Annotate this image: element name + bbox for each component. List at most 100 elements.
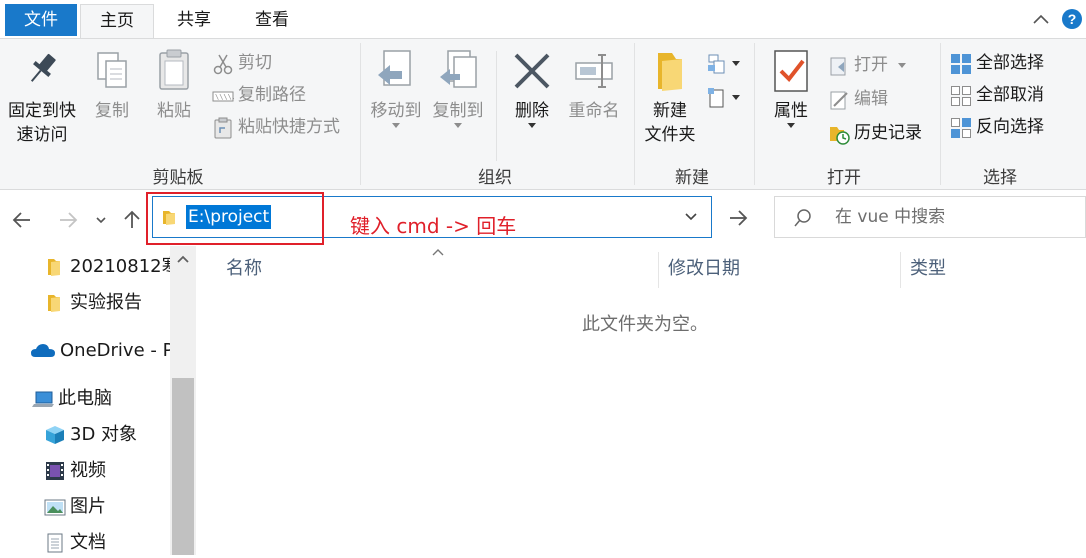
video-icon <box>46 462 64 480</box>
folder-icon <box>48 259 60 276</box>
move-to-icon <box>378 50 411 86</box>
back-arrow-icon[interactable] <box>10 208 34 232</box>
nav-item-videos[interactable]: 视频 <box>44 456 170 486</box>
move-to-button[interactable]: 移动到 <box>366 47 426 128</box>
tab-share[interactable]: 共享 <box>158 4 230 38</box>
paste-shortcut-label: 粘贴快捷方式 <box>238 117 340 137</box>
pin-label-line1: 固定到快 <box>8 101 76 121</box>
tab-view[interactable]: 查看 <box>236 4 308 38</box>
copy-button[interactable]: 复制 <box>88 47 136 123</box>
dropdown-caret-icon <box>732 95 740 100</box>
paste-shortcut-icon <box>214 117 232 139</box>
recent-locations-chevron-icon[interactable] <box>94 208 108 232</box>
file-list-pane: 名称 修改日期 类型 此文件夹为空。 <box>196 246 1086 555</box>
properties-check-icon <box>774 50 808 92</box>
group-separator <box>754 43 755 185</box>
move-to-label: 移动到 <box>370 101 422 121</box>
search-box[interactable]: 在 vue 中搜索 <box>774 196 1086 238</box>
column-header-modified[interactable]: 修改日期 <box>668 256 740 282</box>
tab-home[interactable]: 主页 <box>80 4 154 40</box>
tab-file[interactable]: 文件 <box>5 4 77 36</box>
cloud-icon <box>31 344 55 357</box>
column-divider[interactable] <box>658 252 659 288</box>
select-none-icon <box>951 86 971 106</box>
edit-icon <box>830 91 848 110</box>
nav-item-this-pc[interactable]: 此电脑 <box>32 384 170 414</box>
cube-icon <box>46 426 64 444</box>
easy-access-button[interactable] <box>706 83 742 111</box>
new-item-button[interactable] <box>706 49 742 77</box>
address-row: E:\project 键入 cmd -> 回车 在 vue 中搜索 <box>0 190 1086 246</box>
go-arrow-icon[interactable] <box>726 206 750 230</box>
picture-icon <box>44 499 66 516</box>
inner-separator <box>496 51 497 161</box>
svg-text:\\\\...: \\\\... <box>215 93 234 101</box>
computer-icon <box>32 391 54 407</box>
nav-item-label: 实验报告 <box>70 292 142 313</box>
copy-label: 复制 <box>95 101 129 121</box>
properties-button[interactable]: 属性 <box>764 47 818 128</box>
up-arrow-icon[interactable] <box>120 208 144 232</box>
select-none-label: 全部取消 <box>976 85 1044 105</box>
folder-icon <box>48 295 60 312</box>
clipboard-icon <box>159 49 189 90</box>
new-folder-button[interactable]: 新建 文件夹 <box>638 47 702 147</box>
forward-arrow-icon[interactable] <box>56 208 80 232</box>
pin-to-quick-access-button[interactable]: 固定到快 速访问 <box>4 47 80 147</box>
help-icon[interactable]: ? <box>1060 7 1084 31</box>
chevron-down-icon[interactable] <box>683 211 699 223</box>
pin-label-line2: 速访问 <box>16 125 68 145</box>
history-label: 历史记录 <box>854 123 922 143</box>
rename-icon <box>575 54 613 88</box>
search-icon <box>794 209 811 227</box>
annotation-highlight-box <box>146 192 324 245</box>
nav-item-folder-lab-report[interactable]: 实验报告 <box>44 288 170 318</box>
scrollbar-thumb[interactable] <box>172 378 194 555</box>
search-placeholder: 在 vue 中搜索 <box>835 207 946 227</box>
nav-item-documents[interactable]: 文档 <box>44 528 170 558</box>
collapse-ribbon-icon[interactable] <box>1030 9 1052 31</box>
group-separator <box>940 43 941 185</box>
properties-label: 属性 <box>774 101 808 121</box>
easy-access-icon <box>708 88 724 108</box>
paste-button[interactable]: 粘贴 <box>150 47 198 123</box>
copy-icon <box>97 52 127 88</box>
open-icon <box>830 57 846 76</box>
delete-label: 删除 <box>515 101 549 121</box>
nav-item-folder-20210812[interactable]: 20210812寒 <box>44 252 170 282</box>
column-header-type[interactable]: 类型 <box>910 256 946 282</box>
copy-to-label: 复制到 <box>432 101 484 121</box>
document-icon <box>47 533 63 553</box>
nav-item-label: 文档 <box>70 532 106 553</box>
select-all-label: 全部选择 <box>976 53 1044 73</box>
new-item-icon <box>708 54 725 74</box>
paste-label: 粘贴 <box>157 101 191 121</box>
nav-item-label: 20210812寒 <box>70 256 170 277</box>
sort-ascending-icon <box>432 249 444 256</box>
column-divider[interactable] <box>900 252 901 288</box>
nav-item-label: 3D 对象 <box>70 424 138 445</box>
group-separator <box>360 43 361 185</box>
nav-item-3d-objects[interactable]: 3D 对象 <box>44 420 170 450</box>
copy-to-button[interactable]: 复制到 <box>428 47 488 128</box>
dropdown-caret-icon <box>392 123 400 128</box>
nav-item-onedrive[interactable]: OneDrive - P <box>30 336 170 366</box>
cut-label: 剪切 <box>238 53 272 73</box>
delete-button[interactable]: 删除 <box>508 47 556 128</box>
nav-item-pictures[interactable]: 图片 <box>44 492 170 522</box>
dropdown-caret-icon <box>528 123 536 128</box>
delete-x-icon <box>514 53 550 89</box>
dropdown-caret-icon <box>454 123 462 128</box>
dropdown-caret-icon <box>787 123 795 128</box>
annotation-text: 键入 cmd -> 回车 <box>350 214 517 238</box>
column-header-name[interactable]: 名称 <box>226 256 262 282</box>
copy-path-label: 复制路径 <box>238 85 306 105</box>
open-label: 打开 <box>854 55 888 75</box>
select-all-icon <box>951 54 971 74</box>
nav-pane-scrollbar[interactable] <box>170 246 196 555</box>
scroll-up-icon[interactable] <box>176 254 190 264</box>
dropdown-caret-icon <box>898 63 906 68</box>
pin-icon <box>30 53 56 82</box>
invert-selection-label: 反向选择 <box>976 117 1044 137</box>
rename-button[interactable]: 重命名 <box>564 47 624 123</box>
